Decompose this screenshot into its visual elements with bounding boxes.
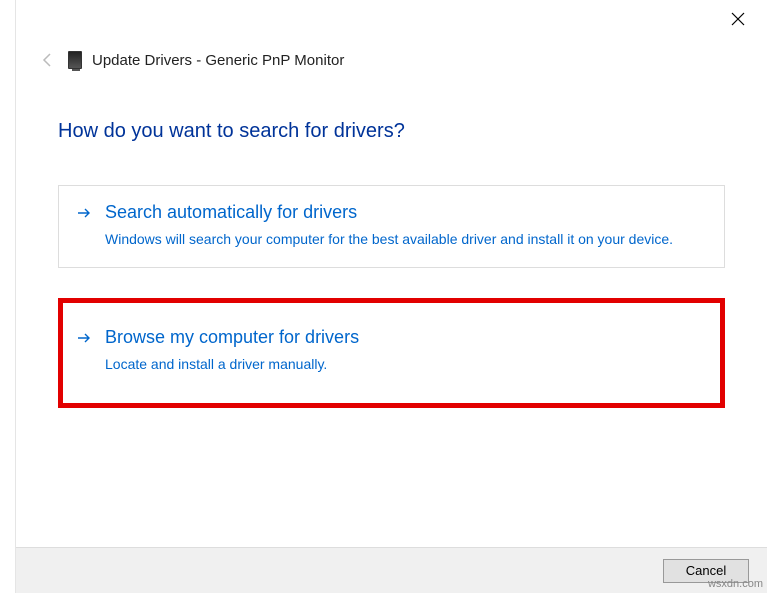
update-drivers-dialog: Update Drivers - Generic PnP Monitor How… — [15, 0, 767, 593]
close-button[interactable] — [731, 12, 749, 30]
option-title: Search automatically for drivers — [105, 202, 706, 223]
close-icon — [731, 12, 745, 26]
dialog-title: Update Drivers - Generic PnP Monitor — [92, 52, 344, 69]
option-text: Search automatically for drivers Windows… — [105, 202, 706, 249]
options-list: Search automatically for drivers Windows… — [58, 185, 725, 408]
dialog-header: Update Drivers - Generic PnP Monitor — [38, 50, 767, 70]
back-arrow-icon — [40, 52, 56, 68]
watermark: wsxdn.com — [708, 578, 763, 590]
option-text: Browse my computer for drivers Locate an… — [105, 327, 706, 374]
dialog-footer: Cancel — [16, 547, 767, 593]
dialog-question: How do you want to search for drivers? — [58, 120, 767, 143]
arrow-right-icon — [77, 206, 91, 249]
option-title: Browse my computer for drivers — [105, 327, 706, 348]
option-description: Locate and install a driver manually. — [105, 354, 706, 374]
option-search-automatically[interactable]: Search automatically for drivers Windows… — [58, 185, 725, 268]
option-description: Windows will search your computer for th… — [105, 229, 706, 249]
back-button[interactable] — [38, 50, 58, 70]
arrow-right-icon — [77, 331, 91, 374]
option-browse-computer[interactable]: Browse my computer for drivers Locate an… — [58, 298, 725, 407]
monitor-icon — [68, 51, 82, 69]
